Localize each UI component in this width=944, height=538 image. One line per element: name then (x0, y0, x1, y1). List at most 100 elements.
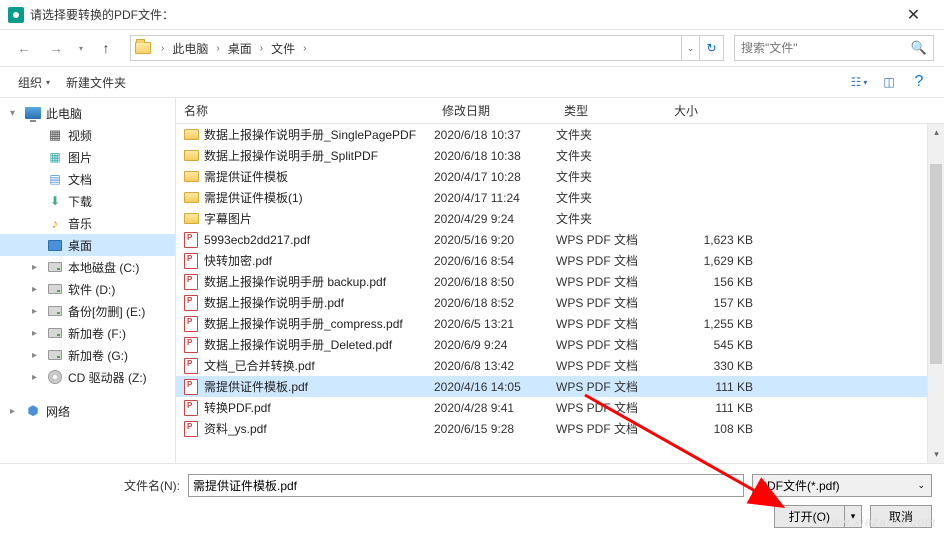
breadcrumb-item[interactable]: 文件 (269, 40, 297, 57)
path-dropdown[interactable]: ⌄ (681, 36, 699, 60)
file-date: 2020/6/18 10:38 (434, 149, 556, 163)
file-type-filter[interactable]: PDF文件(*.pdf) ⌄ (752, 474, 932, 497)
expand-icon[interactable]: ▸ (32, 284, 44, 295)
expand-icon[interactable]: ▾ (10, 108, 22, 119)
search-icon[interactable]: 🔍 (911, 40, 927, 56)
close-button[interactable]: ✕ (891, 0, 936, 30)
file-name: 需提供证件模板 (204, 168, 434, 185)
net-icon: ⬢ (24, 403, 42, 419)
drive-icon (46, 347, 64, 363)
filename-label: 文件名(N): (12, 477, 180, 494)
file-type: WPS PDF 文档 (556, 294, 666, 311)
refresh-button[interactable]: ↻ (699, 36, 723, 60)
file-type: WPS PDF 文档 (556, 252, 666, 269)
file-row[interactable]: 数据上报操作说明手册_SplitPDF 2020/6/18 10:38 文件夹 (176, 145, 944, 166)
file-row[interactable]: 快转加密.pdf 2020/6/16 8:54 WPS PDF 文档 1,629… (176, 250, 944, 271)
file-row[interactable]: 需提供证件模板(1) 2020/4/17 11:24 文件夹 (176, 187, 944, 208)
sidebar-item[interactable]: ▸ ▦ 视频 (0, 124, 175, 146)
bottom-bar: 文件名(N): PDF文件(*.pdf) ⌄ 打开(O) ▾ 取消 (0, 463, 944, 538)
column-size[interactable]: 大小 (666, 102, 761, 119)
file-name: 数据上报操作说明手册_SplitPDF (204, 147, 434, 164)
sidebar-item[interactable]: ▸ ⬇ 下载 (0, 190, 175, 212)
history-dropdown[interactable]: ▾ (74, 44, 88, 53)
file-date: 2020/6/8 13:42 (434, 359, 556, 373)
folder-icon (182, 211, 200, 227)
filename-input[interactable] (188, 474, 744, 497)
file-date: 2020/6/5 13:21 (434, 317, 556, 331)
column-name[interactable]: 名称 (176, 102, 434, 119)
sidebar-item[interactable]: ▸ 软件 (D:) (0, 278, 175, 300)
sidebar-item[interactable]: ▸ 桌面 (0, 234, 175, 256)
sidebar-item[interactable]: ▾ 此电脑 (0, 102, 175, 124)
organize-button[interactable]: 组织▾ (10, 70, 58, 95)
sidebar-item[interactable]: ▸ 备份[勿删] (E:) (0, 300, 175, 322)
column-type[interactable]: 类型 (556, 102, 666, 119)
file-row[interactable]: 数据上报操作说明手册.pdf 2020/6/18 8:52 WPS PDF 文档… (176, 292, 944, 313)
file-name: 5993ecb2dd217.pdf (204, 233, 434, 247)
preview-pane-button[interactable]: ◫ (874, 70, 904, 94)
file-row[interactable]: 需提供证件模板.pdf 2020/4/16 14:05 WPS PDF 文档 1… (176, 376, 944, 397)
file-row[interactable]: 5993ecb2dd217.pdf 2020/5/16 9:20 WPS PDF… (176, 229, 944, 250)
file-row[interactable]: 转换PDF.pdf 2020/4/28 9:41 WPS PDF 文档 111 … (176, 397, 944, 418)
open-button[interactable]: 打开(O) ▾ (774, 505, 862, 528)
up-button[interactable]: ↑ (92, 35, 120, 61)
sidebar-item[interactable]: ▸ CD 驱动器 (Z:) (0, 366, 175, 388)
file-date: 2020/6/9 9:24 (434, 338, 556, 352)
sidebar-item[interactable]: ▸ ♪ 音乐 (0, 212, 175, 234)
drive-icon (46, 303, 64, 319)
sidebar-item-label: 下载 (68, 193, 92, 210)
help-button[interactable]: ? (904, 70, 934, 94)
sidebar-item-label: 音乐 (68, 215, 92, 232)
file-name: 需提供证件模板(1) (204, 189, 434, 206)
file-row[interactable]: 数据上报操作说明手册 backup.pdf 2020/6/18 8:50 WPS… (176, 271, 944, 292)
file-row[interactable]: 资料_ys.pdf 2020/6/15 9:28 WPS PDF 文档 108 … (176, 418, 944, 439)
file-date: 2020/4/17 10:28 (434, 170, 556, 184)
breadcrumb-item[interactable]: 此电脑 (170, 40, 210, 57)
new-folder-button[interactable]: 新建文件夹 (58, 70, 134, 95)
scrollbar[interactable]: ▴ ▾ (927, 124, 944, 463)
file-row[interactable]: 文档_已合并转换.pdf 2020/6/8 13:42 WPS PDF 文档 3… (176, 355, 944, 376)
column-date[interactable]: 修改日期 (434, 102, 556, 119)
search-box[interactable]: 🔍 (734, 35, 934, 61)
sidebar-item-label: 软件 (D:) (68, 281, 115, 298)
sidebar-item[interactable]: ▸ 本地磁盘 (C:) (0, 256, 175, 278)
scrollbar-thumb[interactable] (930, 164, 942, 364)
file-name: 转换PDF.pdf (204, 399, 434, 416)
file-row[interactable]: 数据上报操作说明手册_Deleted.pdf 2020/6/9 9:24 WPS… (176, 334, 944, 355)
file-type: WPS PDF 文档 (556, 378, 666, 395)
back-button[interactable]: ← (10, 35, 38, 61)
pdf-icon (182, 295, 200, 311)
sidebar-item-label: 桌面 (68, 237, 92, 254)
sidebar-item[interactable]: ▸ ▦ 图片 (0, 146, 175, 168)
expand-icon[interactable]: ▸ (10, 406, 22, 417)
sidebar-item-label: 新加卷 (F:) (68, 325, 126, 342)
view-button[interactable]: ☷ ▾ (844, 70, 874, 94)
sidebar-item[interactable]: ▸ 新加卷 (F:) (0, 322, 175, 344)
open-dropdown[interactable]: ▾ (845, 511, 861, 522)
cancel-button[interactable]: 取消 (870, 505, 932, 528)
expand-icon[interactable]: ▸ (32, 328, 44, 339)
drive-icon (46, 259, 64, 275)
search-input[interactable] (741, 41, 911, 55)
file-row[interactable]: 数据上报操作说明手册_compress.pdf 2020/6/5 13:21 W… (176, 313, 944, 334)
file-row[interactable]: 字幕图片 2020/4/29 9:24 文件夹 (176, 208, 944, 229)
navbar: ← → ▾ ↑ › 此电脑 › 桌面 › 文件 › ⌄ ↻ 🔍 (0, 30, 944, 66)
forward-button[interactable]: → (42, 35, 70, 61)
sidebar-item[interactable]: ▸ ▤ 文档 (0, 168, 175, 190)
scroll-down-icon[interactable]: ▾ (928, 446, 944, 463)
breadcrumb-item[interactable]: 桌面 (226, 40, 254, 57)
breadcrumb[interactable]: › 此电脑 › 桌面 › 文件 › ⌄ ↻ (130, 35, 724, 61)
scroll-up-icon[interactable]: ▴ (928, 124, 944, 141)
file-name: 数据上报操作说明手册_Deleted.pdf (204, 336, 434, 353)
file-size: 1,629 KB (666, 254, 761, 268)
expand-icon[interactable]: ▸ (32, 262, 44, 273)
sidebar-item[interactable]: ▸ 新加卷 (G:) (0, 344, 175, 366)
expand-icon[interactable]: ▸ (32, 306, 44, 317)
file-row[interactable]: 数据上报操作说明手册_SinglePagePDF 2020/6/18 10:37… (176, 124, 944, 145)
file-row[interactable]: 需提供证件模板 2020/4/17 10:28 文件夹 (176, 166, 944, 187)
sidebar-item[interactable]: ▸ ⬢ 网络 (0, 400, 175, 422)
expand-icon[interactable]: ▸ (32, 372, 44, 383)
expand-icon[interactable]: ▸ (32, 350, 44, 361)
pdf-icon (182, 316, 200, 332)
file-size: 108 KB (666, 422, 761, 436)
